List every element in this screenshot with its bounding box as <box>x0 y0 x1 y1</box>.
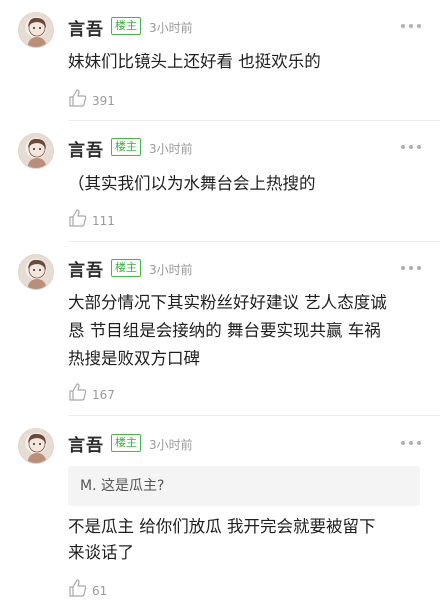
thumbs-up-icon <box>68 208 88 228</box>
username[interactable]: 言吾 <box>68 15 104 40</box>
timestamp: 3小时前 <box>149 263 193 277</box>
comment-text: 妹妹们比镜头上还好看 也挺欢乐的 <box>68 52 321 71</box>
like-count: 61 <box>92 584 108 598</box>
op-badge: 楼主 <box>111 434 141 452</box>
comment-1: 言吾 楼主 3小时前 妹妹们比镜头上还好看 也挺欢乐的 391 <box>0 0 440 120</box>
comment-text: （其实我们以为水舞台会上热搜的 <box>68 174 316 193</box>
comment-text: 大部分情况下其实粉丝好好建议 艺人态度诚 恳 节目组是会接纳的 舞台要实现共赢 … <box>68 290 420 374</box>
comment-3: 言吾 楼主 3小时前 大部分情况下其实粉丝好好建议 艺人态度诚 恳 节目组是会接… <box>0 242 440 412</box>
thumbs-up-icon <box>68 88 88 108</box>
like-count: 111 <box>92 214 115 228</box>
avatar-image <box>27 259 47 289</box>
comment-text-line: 热搜是败双方口碑 <box>68 349 200 368</box>
more-dots-icon[interactable] <box>400 144 422 150</box>
username[interactable]: 言吾 <box>68 256 104 281</box>
comment-text: 不是瓜主 给你们放瓜 我开完会就要被留下 来谈话了 <box>68 514 420 566</box>
avatar-image <box>27 138 47 168</box>
username[interactable]: 言吾 <box>68 136 104 161</box>
more-dots-icon[interactable] <box>400 440 422 446</box>
more-dots-icon[interactable] <box>400 23 422 29</box>
like-count: 391 <box>92 94 115 108</box>
comment-2: 言吾 楼主 3小时前 （其实我们以为水舞台会上热搜的 111 <box>0 121 440 241</box>
like-button[interactable]: 391 <box>68 86 115 108</box>
op-badge: 楼主 <box>111 259 141 277</box>
avatar[interactable] <box>18 428 54 464</box>
like-button[interactable]: 111 <box>68 206 115 228</box>
thumbs-up-icon <box>68 578 88 598</box>
comment-text-line: 恳 节目组是会接纳的 舞台要实现共赢 车祸 <box>68 321 381 340</box>
op-badge: 楼主 <box>111 17 141 35</box>
avatar-image <box>27 433 47 463</box>
avatar-image <box>27 17 47 47</box>
avatar[interactable] <box>18 254 54 290</box>
like-button[interactable]: 167 <box>68 380 115 402</box>
timestamp: 3小时前 <box>149 21 193 35</box>
like-button[interactable]: 61 <box>68 576 107 598</box>
comment-text-line: 来谈话了 <box>68 543 134 562</box>
timestamp: 3小时前 <box>149 142 193 156</box>
comment-text-line: 大部分情况下其实粉丝好好建议 艺人态度诚 <box>68 293 387 312</box>
avatar[interactable] <box>18 133 54 169</box>
avatar[interactable] <box>18 12 54 48</box>
comment-text-line: 不是瓜主 给你们放瓜 我开完会就要被留下 <box>68 517 376 536</box>
username[interactable]: 言吾 <box>68 431 104 456</box>
comment-4: 言吾 楼主 3小时前 M. 这是瓜主? 不是瓜主 给你们放瓜 我开完会就要被留下… <box>0 416 440 611</box>
more-dots-icon[interactable] <box>400 265 422 271</box>
op-badge: 楼主 <box>111 138 141 156</box>
thumbs-up-icon <box>68 382 88 402</box>
like-count: 167 <box>92 388 115 402</box>
timestamp: 3小时前 <box>149 438 193 452</box>
quoted-reply[interactable]: M. 这是瓜主? <box>68 466 420 506</box>
